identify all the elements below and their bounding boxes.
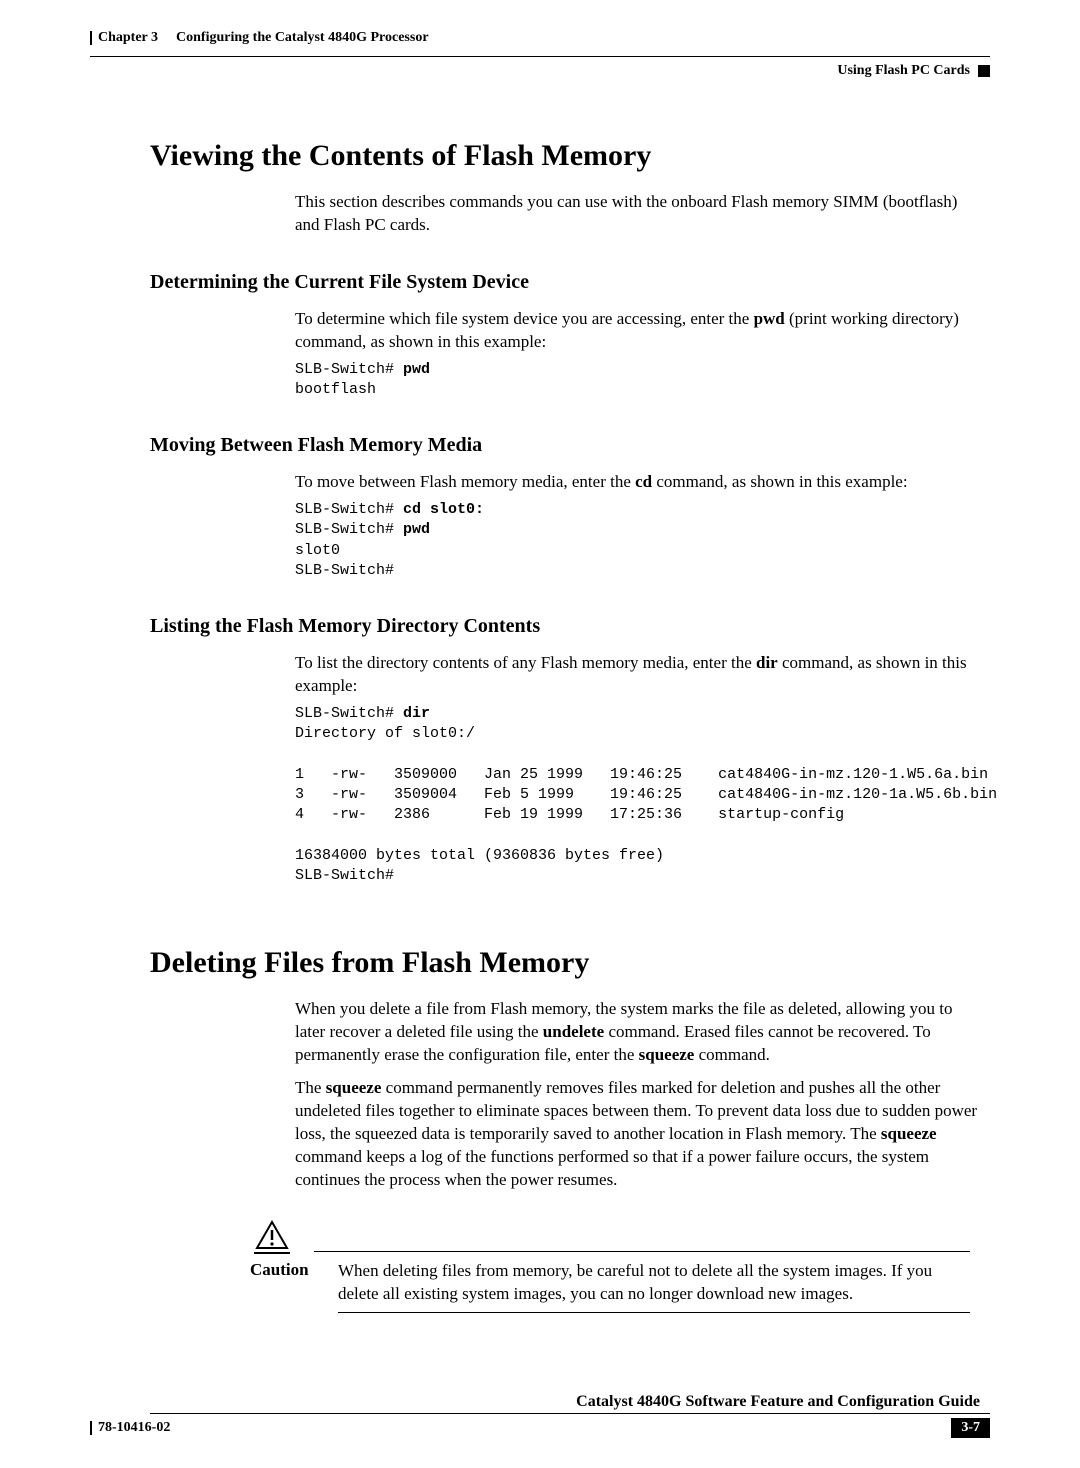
caution-text: When deleting files from memory, be care… [338, 1260, 970, 1306]
doc-number: 78-10416-02 [98, 1420, 170, 1436]
h2-moving: Moving Between Flash Memory Media [150, 434, 980, 457]
cmd: pwd [403, 361, 430, 378]
h2-listing: Listing the Flash Memory Directory Conte… [150, 615, 980, 638]
square-icon [978, 65, 990, 77]
h2-determining: Determining the Current File System Devi… [150, 271, 980, 294]
cli-block-cd: SLB-Switch# cd slot0: SLB-Switch# pwd sl… [295, 500, 980, 581]
cli-block-dir: SLB-Switch# dir Directory of slot0:/ 1 -… [295, 704, 980, 886]
footer-tick-icon [90, 1421, 92, 1435]
footer-rule [150, 1413, 990, 1414]
subheader-row: Using Flash PC Cards [90, 63, 990, 79]
prompt: SLB-Switch# [295, 521, 403, 538]
chapter-label: Chapter 3 [98, 30, 158, 46]
chapter-title: Configuring the Catalyst 4840G Processor [176, 30, 429, 46]
page-number-badge: 3-7 [951, 1418, 990, 1438]
header-left: Chapter 3 Configuring the Catalyst 4840G… [90, 30, 429, 46]
s1-intro: This section describes commands you can … [295, 191, 980, 237]
table-row: 1 -rw- 3509000 Jan 25 1999 19:46:25 cat4… [295, 766, 988, 783]
footer: Catalyst 4840G Software Feature and Conf… [90, 1393, 990, 1438]
page: Chapter 3 Configuring the Catalyst 4840G… [0, 0, 1080, 1468]
s2-p2: The squeeze command permanently removes … [295, 1077, 980, 1192]
text: command keeps a log of the functions per… [295, 1147, 929, 1189]
text: To move between Flash memory media, ente… [295, 472, 635, 491]
h1-deleting: Deleting Files from Flash Memory [150, 946, 980, 980]
s1c-para: To list the directory contents of any Fl… [295, 652, 980, 698]
s1b-para: To move between Flash memory media, ente… [295, 471, 980, 494]
output: SLB-Switch# [295, 562, 394, 579]
text: command. [694, 1045, 770, 1064]
bold-cmd: dir [756, 653, 778, 672]
bold-cmd: cd [635, 472, 652, 491]
bold-cmd: squeeze [881, 1124, 937, 1143]
text: command permanently removes files marked… [295, 1078, 977, 1143]
header-tick-icon [90, 31, 92, 45]
caution-triangle-icon [250, 1220, 294, 1254]
text: command, as shown in this example: [652, 472, 907, 491]
bold-cmd: squeeze [326, 1078, 382, 1097]
output: slot0 [295, 542, 340, 559]
footer-left: 78-10416-02 [90, 1420, 170, 1436]
bold-cmd: squeeze [639, 1045, 695, 1064]
caution-label: Caution [250, 1260, 320, 1306]
caution-rule-top [314, 1251, 970, 1252]
output: 16384000 bytes total (9360836 bytes free… [295, 847, 664, 864]
header-rule [90, 56, 990, 57]
text: The [295, 1078, 326, 1097]
guide-title: Catalyst 4840G Software Feature and Conf… [90, 1393, 980, 1411]
content-column: Viewing the Contents of Flash Memory Thi… [150, 139, 980, 1313]
cmd: cd slot0: [403, 501, 484, 518]
bold-cmd: pwd [754, 309, 785, 328]
cmd: pwd [403, 521, 430, 538]
text: To determine which file system device yo… [295, 309, 754, 328]
caution-rule-bottom [338, 1312, 970, 1313]
prompt: SLB-Switch# [295, 501, 403, 518]
h1-viewing: Viewing the Contents of Flash Memory [150, 139, 980, 173]
text: To list the directory contents of any Fl… [295, 653, 756, 672]
caution-body: Caution When deleting files from memory,… [250, 1260, 970, 1306]
output: bootflash [295, 381, 376, 398]
cmd: dir [403, 705, 430, 722]
table-row: 3 -rw- 3509004 Feb 5 1999 19:46:25 cat48… [295, 786, 997, 803]
footer-row: 78-10416-02 3-7 [90, 1418, 990, 1438]
blank [295, 827, 304, 844]
caution-block: Caution When deleting files from memory,… [250, 1220, 970, 1313]
caution-top [250, 1220, 970, 1254]
bold-cmd: undelete [543, 1022, 604, 1041]
s1a-para: To determine which file system device yo… [295, 308, 980, 354]
blank [295, 746, 304, 763]
prompt: SLB-Switch# [295, 361, 403, 378]
prompt: SLB-Switch# [295, 705, 403, 722]
table-row: 4 -rw- 2386 Feb 19 1999 17:25:36 startup… [295, 806, 844, 823]
header-right: Using Flash PC Cards [837, 63, 990, 79]
s2-p1: When you delete a file from Flash memory… [295, 998, 980, 1067]
section-label: Using Flash PC Cards [837, 63, 970, 79]
cli-block-pwd: SLB-Switch# pwd bootflash [295, 360, 980, 401]
output: Directory of slot0:/ [295, 725, 475, 742]
output: SLB-Switch# [295, 867, 394, 884]
running-header: Chapter 3 Configuring the Catalyst 4840G… [90, 30, 990, 46]
